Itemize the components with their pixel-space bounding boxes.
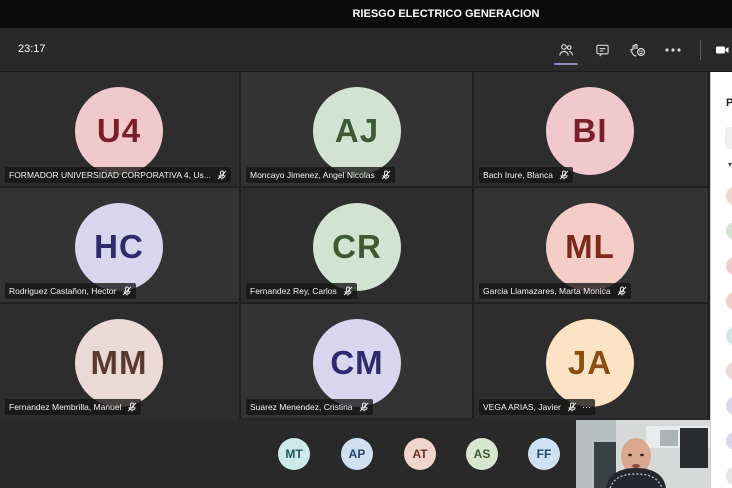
- side-panel-avatar[interactable]: [726, 187, 732, 205]
- avatar-initials: AT: [412, 447, 428, 461]
- participant-tile[interactable]: JA VEGA ARIAS, Javier ···: [474, 304, 708, 418]
- participants-side-panel: P ▾: [710, 72, 732, 488]
- participant-avatar: ML: [546, 203, 634, 291]
- avatar-initials: AJ: [334, 112, 380, 149]
- mic-muted-icon: [559, 170, 569, 180]
- camera-button[interactable]: [712, 36, 732, 64]
- mic-muted-icon: [381, 170, 391, 180]
- participant-name: VEGA ARIAS, Javier: [483, 402, 561, 412]
- mic-muted-icon: [122, 286, 132, 296]
- more-icon: [665, 48, 681, 52]
- participant-avatar: CR: [313, 203, 401, 291]
- participant-avatar: U4: [75, 87, 163, 175]
- side-panel-avatar[interactable]: [726, 362, 732, 380]
- participant-grid: U4 FORMADOR UNIVERSIDAD CORPORATIVA 4, U…: [0, 72, 710, 418]
- side-panel-avatar[interactable]: [726, 397, 732, 415]
- participant-tile[interactable]: ML Garcia Llamazares, Marta Monica: [474, 188, 708, 302]
- camera-icon: [716, 46, 729, 54]
- mic-muted-icon: [359, 402, 368, 412]
- participant-tile[interactable]: AJ Moncayo Jimenez, Angel Nicolas: [241, 72, 472, 186]
- mic-muted-icon: [128, 402, 137, 412]
- more-options-button[interactable]: [659, 36, 687, 64]
- participant-name-tag: Fernandez Rey, Carlos: [246, 283, 357, 299]
- participant-name: Fernandez Membrilla, Manuel: [9, 402, 122, 412]
- window-titlebar: RIESGO ELECTRICO GENERACION: [0, 0, 732, 28]
- participant-tile[interactable]: CM Suarez Menendez, Cristina: [241, 304, 472, 418]
- participant-name: FORMADOR UNIVERSIDAD CORPORATIVA 4, Us..…: [9, 170, 211, 180]
- self-video-image: [576, 420, 710, 488]
- mic-muted-icon: [217, 170, 227, 180]
- mic-muted-icon: [343, 286, 353, 296]
- side-panel-search[interactable]: [725, 127, 732, 149]
- chat-button[interactable]: [588, 36, 616, 64]
- participant-name: Moncayo Jimenez, Angel Nicolas: [250, 170, 375, 180]
- participant-name-tag: Bach Irure, Blanca: [479, 167, 573, 183]
- side-panel-avatar[interactable]: [726, 467, 732, 485]
- participant-avatar: CM: [313, 319, 401, 407]
- mic-muted-icon: [617, 286, 626, 296]
- avatar-initials: AS: [473, 447, 491, 461]
- chat-icon: [595, 44, 609, 56]
- participants-icon: [559, 44, 573, 56]
- participant-name: Fernandez Rey, Carlos: [250, 286, 337, 296]
- participant-name: Suarez Menendez, Cristina: [250, 402, 353, 412]
- side-panel-avatar[interactable]: [726, 257, 732, 275]
- meeting-toolbar: 23:17: [0, 28, 732, 72]
- overflow-avatar[interactable]: AS: [466, 438, 498, 470]
- participants-button[interactable]: [552, 36, 580, 65]
- chevron-down-icon[interactable]: ▾: [728, 160, 732, 169]
- overflow-avatar[interactable]: AP: [341, 438, 373, 470]
- avatar-initials: MT: [285, 447, 303, 461]
- participant-name-tag: Fernandez Membrilla, Manuel: [5, 399, 142, 415]
- participant-name-tag: Moncayo Jimenez, Angel Nicolas: [246, 167, 395, 183]
- overflow-avatar[interactable]: AT: [404, 438, 436, 470]
- side-panel-avatar[interactable]: [726, 327, 732, 345]
- participant-avatar: HC: [75, 203, 163, 291]
- participant-tile[interactable]: U4 FORMADOR UNIVERSIDAD CORPORATIVA 4, U…: [0, 72, 239, 186]
- participant-name: Bach Irure, Blanca: [483, 170, 553, 180]
- participant-name-tag: Suarez Menendez, Cristina: [246, 399, 373, 415]
- side-panel-avatar[interactable]: [726, 222, 732, 240]
- mic-muted-icon: [567, 402, 577, 412]
- side-panel-avatar[interactable]: [726, 292, 732, 310]
- participant-tile[interactable]: MM Fernandez Membrilla, Manuel: [0, 304, 239, 418]
- participant-name-tag: FORMADOR UNIVERSIDAD CORPORATIVA 4, Us..…: [5, 167, 231, 183]
- self-video-preview[interactable]: [576, 420, 710, 488]
- participant-name: Rodriguez Castañon, Hector: [9, 286, 117, 296]
- participant-tile[interactable]: HC Rodriguez Castañon, Hector: [0, 188, 239, 302]
- avatar-initials: HC: [94, 228, 144, 265]
- avatar-initials: AP: [348, 447, 366, 461]
- avatar-initials: BI: [572, 112, 608, 149]
- participant-name-tag: Garcia Llamazares, Marta Monica: [479, 283, 631, 299]
- participant-name-tag: VEGA ARIAS, Javier ···: [479, 399, 595, 415]
- participant-avatar: BI: [546, 87, 634, 175]
- meeting-timer: 23:17: [18, 43, 46, 55]
- reactions-icon: [629, 43, 645, 57]
- avatar-initials: MM: [90, 344, 148, 381]
- meeting-title: RIESGO ELECTRICO GENERACION: [352, 8, 540, 20]
- avatar-initials: CR: [332, 228, 382, 265]
- toolbar-divider: [700, 40, 701, 60]
- overflow-avatar[interactable]: MT: [278, 438, 310, 470]
- participant-avatar: MM: [75, 319, 163, 407]
- side-panel-avatar[interactable]: [726, 432, 732, 450]
- participant-more-options[interactable]: ···: [582, 402, 591, 412]
- avatar-initials: FF: [536, 447, 552, 461]
- participant-tile[interactable]: BI Bach Irure, Blanca: [474, 72, 708, 186]
- avatar-initials: U4: [96, 112, 142, 149]
- avatar-initials: CM: [330, 344, 384, 381]
- participant-name-tag: Rodriguez Castañon, Hector: [5, 283, 137, 299]
- participant-avatar: JA: [546, 319, 634, 407]
- avatar-initials: JA: [567, 344, 613, 381]
- participant-tile[interactable]: CR Fernandez Rey, Carlos: [241, 188, 472, 302]
- participant-name: Garcia Llamazares, Marta Monica: [483, 286, 611, 296]
- reactions-button[interactable]: [623, 36, 651, 64]
- avatar-initials: ML: [565, 228, 615, 265]
- side-panel-title: P: [726, 97, 732, 109]
- overflow-avatar[interactable]: FF: [528, 438, 560, 470]
- participant-avatar: AJ: [313, 87, 401, 175]
